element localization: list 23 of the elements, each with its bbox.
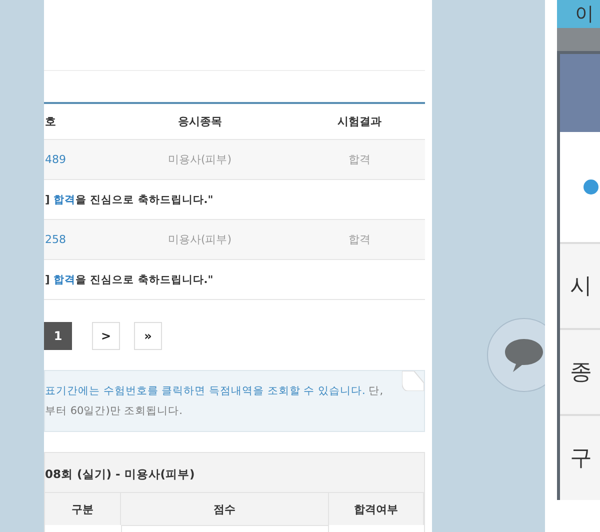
toolbar (557, 28, 600, 51)
page-nav-button[interactable]: > (92, 322, 120, 350)
row-label: 시 (570, 273, 592, 301)
table-cell: 미용사(피부) (106, 220, 294, 260)
row-label: 종 (570, 359, 592, 387)
notice-text: 표기간에는 수험번호를 클릭하면 득점내역을 조회할 수 있습니다. 단, 부터 60일간)만 조회됩니다. (44, 370, 425, 432)
page-nav-button[interactable]: » (134, 322, 162, 350)
bullet-icon (582, 179, 600, 195)
column-header: 점수 (121, 493, 329, 525)
table-cell: 합격 (294, 140, 425, 180)
exam-number-link[interactable]: 489 (44, 140, 106, 180)
table-cell: 합격 (294, 220, 425, 260)
congratulation-message: ] 합격을 진심으로 축하드립니다." (44, 180, 425, 220)
current-page-button[interactable]: 1 (44, 322, 72, 350)
chat-button[interactable] (487, 318, 545, 392)
row-label: 구 (570, 445, 592, 473)
table-cell: 미용사(피부) (106, 140, 294, 180)
page-fold-icon (402, 371, 424, 391)
title-text: 이 (575, 3, 594, 25)
congratulation-message: ] 합격을 진심으로 축하드립니다." (44, 260, 425, 300)
exam-title: 08회 (실기) - 미용사(피부) (45, 467, 196, 483)
exam-number-link[interactable]: 258 (44, 220, 106, 260)
speech-bubble-icon (504, 337, 544, 373)
